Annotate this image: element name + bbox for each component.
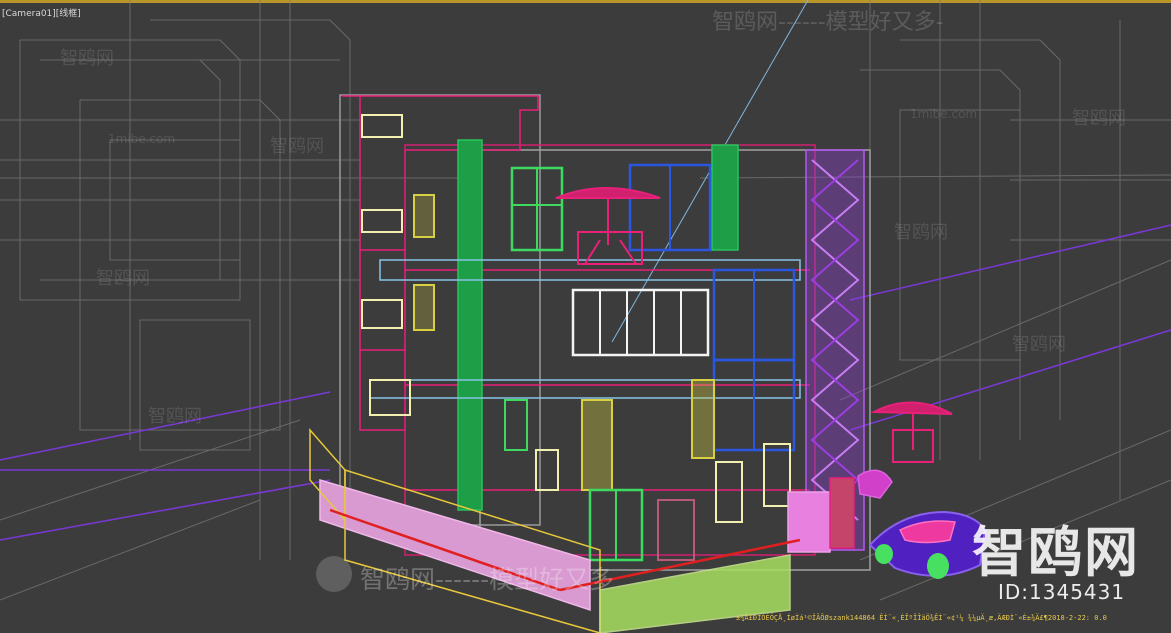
watermark-site: 1mibe.com bbox=[108, 132, 176, 146]
viewport-label[interactable]: [Camera01][线框] bbox=[2, 6, 81, 19]
watermark-repeat: 智鸥网 bbox=[1072, 108, 1126, 129]
3d-viewport[interactable]: [Camera01][线框] 智鸥网------模型好又多- 智鸥网 智鸥网 智… bbox=[0, 0, 1171, 633]
watermark-repeat: 智鸥网 bbox=[148, 406, 202, 427]
patio-umbrella-side bbox=[857, 401, 953, 499]
watermark-top: 智鸥网------模型好又多- bbox=[712, 10, 944, 35]
watermark-bottom: 智鸥网------模型好又多 bbox=[360, 565, 615, 594]
watermark-repeat: 智鸥网 bbox=[270, 136, 324, 157]
model-id: ID:1345431 bbox=[998, 580, 1126, 604]
viewport-camera-menu[interactable]: [Camera01] bbox=[2, 9, 56, 19]
viewport-shading-menu[interactable]: [线框] bbox=[56, 9, 81, 19]
car bbox=[868, 510, 987, 579]
purple-guides bbox=[0, 224, 1171, 541]
watermark-repeat: 智鸥网 bbox=[96, 268, 150, 289]
bird-logo-icon bbox=[316, 556, 352, 592]
patio-umbrella-top bbox=[555, 187, 661, 265]
watermark-site: 1mibe.com bbox=[910, 107, 978, 121]
watermark-repeat: 智鸥网 bbox=[1012, 334, 1066, 355]
watermark-repeat: 智鸥网 bbox=[894, 222, 948, 243]
brand-logo: 智鸥网 bbox=[972, 521, 1140, 584]
status-text: ±¾Ä£ÐÍÓÉÖÇÅ¸ÍøÌá¹©ÏÂÔØszank144864 ÊÌ¨«¸È… bbox=[736, 614, 1107, 622]
watermark-repeat: 智鸥网 bbox=[60, 48, 114, 69]
